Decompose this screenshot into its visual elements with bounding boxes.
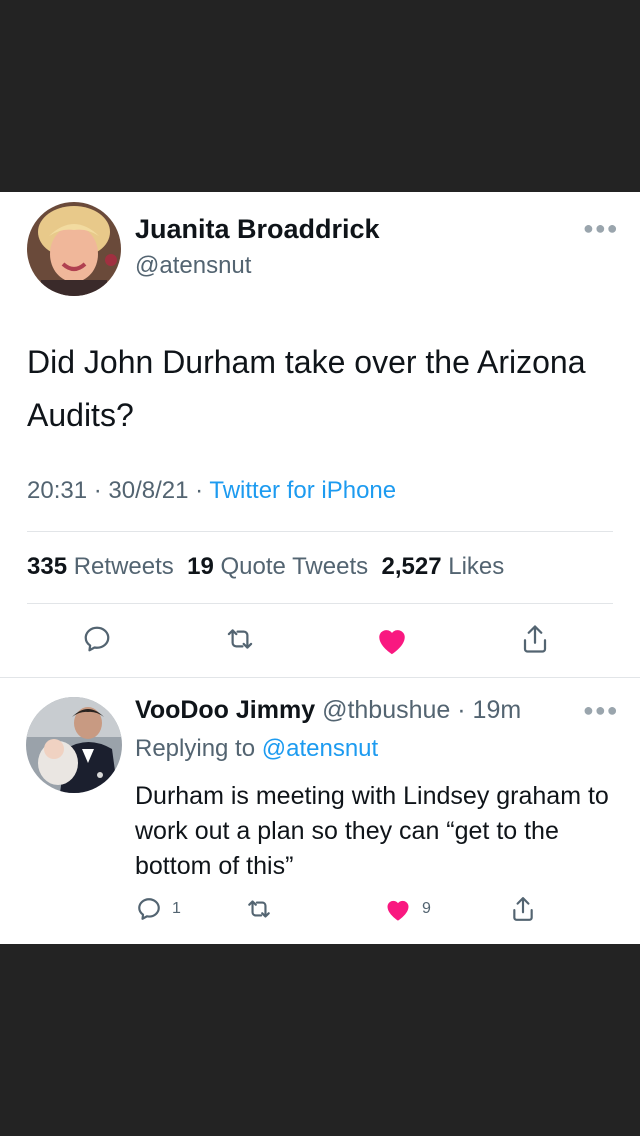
retweets-label: Retweets <box>73 553 174 580</box>
share-icon <box>523 625 547 653</box>
reply-icon <box>138 898 160 920</box>
like-button[interactable] <box>375 624 409 656</box>
likes-label: Likes <box>448 553 505 580</box>
retweet-button[interactable] <box>224 624 256 654</box>
reply-header: VooDoo Jimmy @thbushue · 19m <box>135 696 521 725</box>
tweet-time[interactable]: 20:31 <box>27 477 87 504</box>
tweet-text: Did John Durham take over the Arizona Au… <box>27 344 586 433</box>
retweet-icon <box>227 629 253 649</box>
like-icon-filled <box>387 900 409 921</box>
quotes-label: Quote Tweets <box>220 553 369 580</box>
retweet-icon <box>248 900 270 918</box>
reply-reply-button[interactable]: 1 <box>136 896 181 922</box>
more-horizontal-icon[interactable]: ●●● <box>583 700 619 721</box>
likes-count: 2,527 <box>381 553 442 580</box>
divider <box>0 677 640 678</box>
share-icon <box>513 897 533 921</box>
reply-author-handle[interactable]: @thbushue <box>322 696 450 724</box>
reply-retweet-button[interactable] <box>245 896 273 922</box>
share-button[interactable] <box>520 622 550 656</box>
reply-time[interactable]: · 19m <box>457 696 521 724</box>
divider <box>27 603 613 604</box>
like-icon-filled <box>379 630 405 655</box>
quotes-stat[interactable]: 19 Quote Tweets <box>187 553 368 580</box>
reply-author-name[interactable]: VooDoo Jimmy <box>135 696 315 724</box>
tweet-stats: 335 Retweets 19 Quote Tweets 2,527 Likes <box>27 553 504 581</box>
more-horizontal-icon[interactable]: ●●● <box>583 218 619 239</box>
like-count: 9 <box>422 900 431 917</box>
tweet-source[interactable]: Twitter for iPhone <box>209 477 396 504</box>
reply-count: 1 <box>172 900 181 917</box>
replying-to: Replying to @atensnut <box>135 735 378 763</box>
likes-stat[interactable]: 2,527 Likes <box>381 553 504 580</box>
quotes-count: 19 <box>187 553 214 580</box>
retweets-count: 335 <box>27 553 68 580</box>
replying-prefix: Replying to <box>135 735 256 762</box>
meta-separator: · <box>87 477 109 504</box>
meta-separator: · <box>188 477 210 504</box>
reply-icon <box>84 626 110 652</box>
author-name[interactable]: Juanita Broaddrick <box>135 214 380 245</box>
reply-button[interactable] <box>82 624 112 654</box>
retweets-stat[interactable]: 335 Retweets <box>27 553 174 580</box>
author-avatar[interactable] <box>27 202 121 296</box>
replying-mention[interactable]: @atensnut <box>262 735 378 762</box>
reply-like-button[interactable]: 9 <box>384 896 431 922</box>
divider <box>27 531 613 532</box>
author-handle[interactable]: @atensnut <box>135 252 251 280</box>
tweet-date[interactable]: 30/8/21 <box>108 477 188 504</box>
reply-share-button[interactable] <box>510 894 536 924</box>
reply-author-avatar[interactable] <box>26 697 122 793</box>
reply-text: Durham is meeting with Lindsey graham to… <box>135 782 609 880</box>
tweet-meta: 20:31 · 30/8/21 · Twitter for iPhone <box>27 477 396 505</box>
